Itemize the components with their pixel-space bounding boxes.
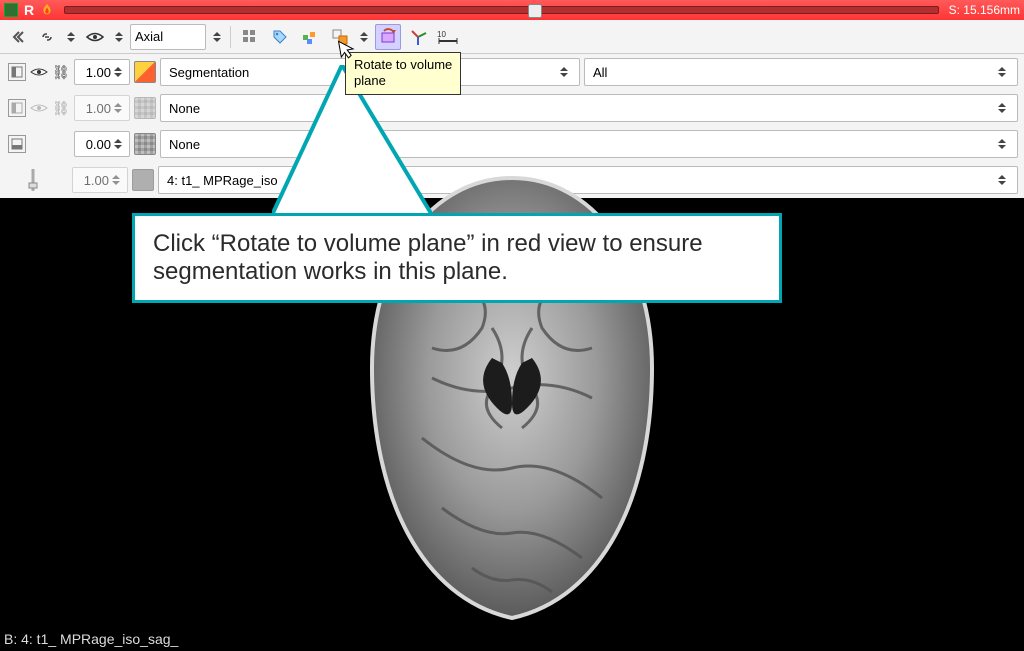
flame-icon — [40, 3, 54, 17]
opacity-input[interactable]: 0.00 — [74, 131, 130, 157]
layout-pin-icon[interactable] — [8, 63, 26, 81]
eye-icon[interactable] — [82, 24, 108, 50]
link-views-icon[interactable] — [34, 24, 60, 50]
svg-text:10: 10 — [437, 30, 446, 39]
opacity-input[interactable]: 1.00 — [74, 95, 130, 121]
separator — [230, 26, 231, 48]
ruler-icon[interactable]: 10 — [435, 24, 461, 50]
chevrons-updown-icon[interactable] — [357, 32, 371, 42]
grid-layout-icon[interactable] — [237, 24, 263, 50]
lut-swatch-icon[interactable] — [134, 97, 156, 119]
layer-row-background: 1.00 4: t1_ MPRage_iso — [0, 162, 1024, 198]
opacity-input[interactable]: 1.00 — [72, 167, 128, 193]
rotate-to-volume-plane-button[interactable] — [375, 24, 401, 50]
tag-icon[interactable] — [267, 24, 293, 50]
slice-value: S: 15.156mm — [949, 3, 1020, 17]
grow-icon[interactable] — [297, 24, 323, 50]
chevrons-updown-icon[interactable] — [64, 32, 78, 42]
mouse-cursor-icon — [336, 37, 358, 62]
view-letter: R — [22, 2, 36, 18]
tooltip: Rotate to volume plane — [345, 52, 461, 95]
link-icon[interactable]: ⛓ — [52, 100, 70, 117]
slice-bar: R S: 15.156mm — [0, 0, 1024, 20]
slice-slider[interactable] — [64, 6, 939, 14]
layer-row-foreground: 0.00 None — [0, 126, 1024, 162]
tooltip-line: Rotate to volume — [354, 57, 452, 73]
orientation-stepper[interactable] — [210, 32, 224, 42]
link-icon[interactable]: ⛓ — [52, 64, 70, 81]
layout-pin-icon[interactable] — [8, 135, 26, 153]
tooltip-line: plane — [354, 73, 452, 89]
lut-swatch-icon[interactable] — [132, 169, 154, 191]
orientation-value: Axial — [135, 29, 201, 44]
view-toolbar: Axial 10 — [0, 20, 1024, 54]
segmentation-swatch-icon[interactable] — [134, 61, 156, 83]
layer-row-segmentation: ⛓ 1.00 Segmentation All — [0, 54, 1024, 90]
eye-off-icon[interactable] — [30, 99, 48, 117]
status-background-label: B: 4: t1_ MPRage_iso_sag_ — [4, 631, 178, 647]
orientation-select[interactable]: Axial — [130, 24, 206, 50]
layout-pin-icon[interactable] — [8, 99, 26, 117]
layers-panel: ⛓ 1.00 Segmentation All ⛓ 1.00 None — [0, 54, 1024, 199]
lut-swatch-icon[interactable] — [134, 133, 156, 155]
instruction-callout: Click “Rotate to volume plane” in red vi… — [132, 213, 782, 303]
slice-slider-handle[interactable] — [528, 4, 542, 18]
segmentation-mode-select[interactable]: All — [584, 58, 1018, 86]
layer-row-label: ⛓ 1.00 None — [0, 90, 1024, 126]
axes-reformat-icon[interactable] — [405, 24, 431, 50]
callout-text: Click “Rotate to volume plane” in red vi… — [153, 230, 761, 286]
eye-icon[interactable] — [30, 63, 48, 81]
opacity-input[interactable]: 1.00 — [74, 59, 130, 85]
chevrons-updown-icon[interactable] — [112, 32, 126, 42]
pin-icon[interactable] — [4, 3, 18, 17]
wl-slider-icon[interactable] — [28, 167, 46, 193]
expand-panel-button[interactable] — [4, 24, 30, 50]
